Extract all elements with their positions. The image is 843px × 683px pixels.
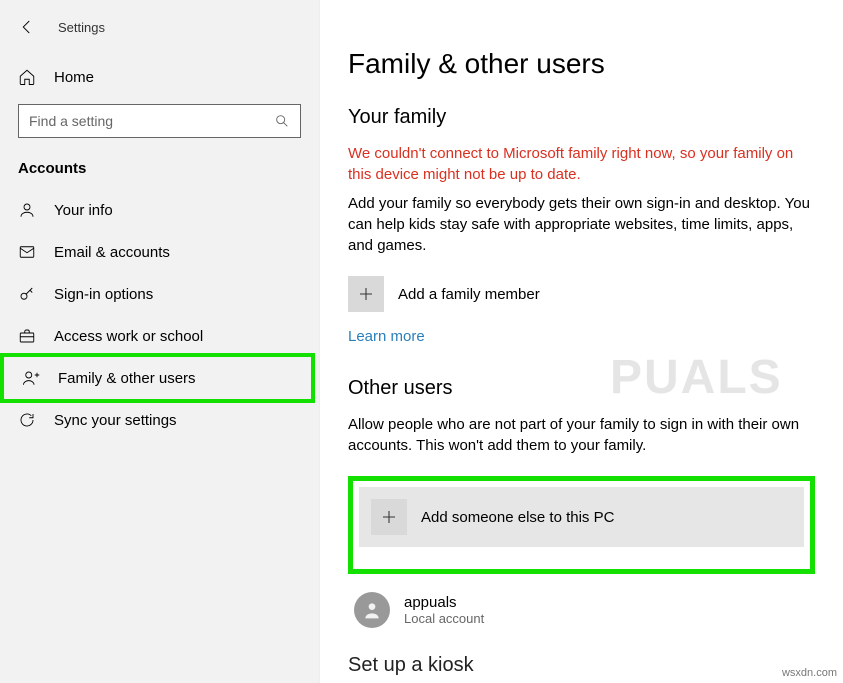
home-icon [18,68,36,86]
app-title: Settings [58,20,105,35]
add-other-user-button[interactable]: Add someone else to this PC [359,487,804,547]
nav-label: Email & accounts [54,244,170,261]
nav-family-other-users[interactable]: Family & other users [0,353,315,403]
family-description: Add your family so everybody gets their … [348,193,815,256]
search-icon [274,113,290,129]
plus-icon [348,276,384,312]
back-icon[interactable] [18,18,36,36]
add-other-user-highlight: Add someone else to this PC [348,476,815,574]
nav-sync-settings[interactable]: Sync your settings [0,399,319,441]
user-icon [18,201,36,219]
user-name: appuals [404,594,484,611]
search-input[interactable] [29,105,274,137]
family-error-message: We couldn't connect to Microsoft family … [348,143,815,185]
mail-icon [18,243,36,261]
key-icon [18,285,36,303]
nav-label: Your info [54,202,113,219]
nav-home-label: Home [54,69,94,86]
other-users-description: Allow people who are not part of your fa… [348,414,815,456]
search-box[interactable] [18,104,301,138]
learn-more-link[interactable]: Learn more [348,328,425,345]
nav-email-accounts[interactable]: Email & accounts [0,231,319,273]
local-user-row[interactable]: appuals Local account [348,584,815,628]
user-account-type: Local account [404,611,484,626]
add-other-user-label: Add someone else to this PC [421,509,614,526]
window-header: Settings [0,18,319,36]
add-family-label: Add a family member [398,286,540,303]
other-users-heading: Other users [348,377,815,400]
nav-your-info[interactable]: Your info [0,189,319,231]
nav-home[interactable]: Home [0,58,319,96]
nav-signin-options[interactable]: Sign-in options [0,273,319,315]
avatar-icon [354,592,390,628]
briefcase-icon [18,327,36,345]
family-icon [22,369,40,387]
kiosk-heading: Set up a kiosk [348,654,815,677]
plus-icon [371,499,407,535]
credit-text: wsxdn.com [782,667,837,679]
nav-label: Sync your settings [54,412,177,429]
nav-label: Family & other users [58,370,196,387]
nav-access-work-school[interactable]: Access work or school [0,315,319,357]
family-heading: Your family [348,106,815,129]
sync-icon [18,411,36,429]
sidebar-section-header: Accounts [0,160,319,189]
nav-label: Access work or school [54,328,203,345]
nav-label: Sign-in options [54,286,153,303]
add-family-member-button[interactable]: Add a family member [348,276,815,312]
page-title: Family & other users [348,48,815,80]
